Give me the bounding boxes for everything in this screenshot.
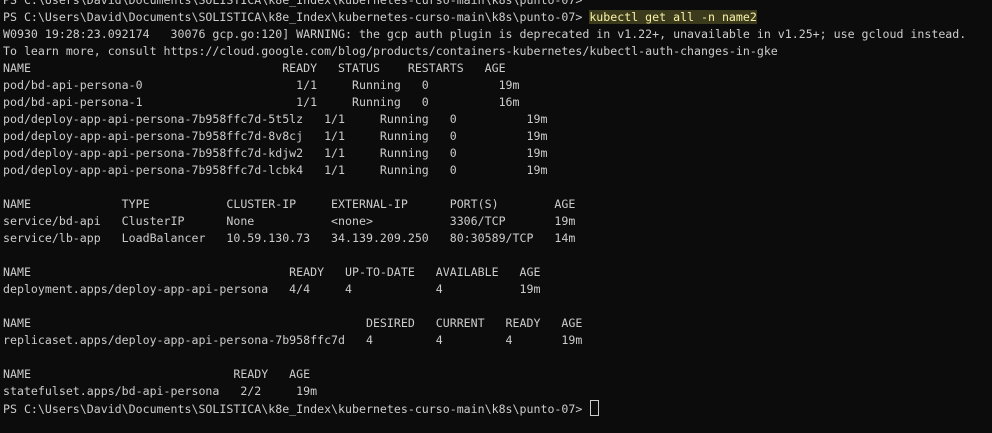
deployment-row: deployment.apps/deploy-app-api-persona 4… [3, 282, 541, 296]
prompt-line-previous: PS C:\Users\David\Documents\SOLISTICA\k8… [0, 0, 992, 9]
prompt-text: PS C:\Users\David\Documents\SOLISTICA\k8… [3, 402, 590, 416]
deployments-header: NAME READY UP-TO-DATE AVAILABLE AGE [3, 265, 541, 279]
active-prompt-line[interactable]: PS C:\Users\David\Documents\SOLISTICA\k8… [0, 400, 992, 417]
prompt-text: PS C:\Users\David\Documents\SOLISTICA\k8… [3, 0, 590, 7]
warning-line: W0930 19:28:23.092174 30076 gcp.go:120] … [3, 27, 967, 41]
statefulsets-header: NAME READY AGE [3, 367, 311, 381]
pod-row: pod/bd-api-persona-1 1/1 Running 0 16m [3, 95, 520, 109]
terminal-window[interactable]: PS C:\Users\David\Documents\SOLISTICA\k8… [0, 0, 992, 433]
statefulset-row: statefulset.apps/bd-api-persona 2/2 19m [3, 384, 318, 398]
command-line: PS C:\Users\David\Documents\SOLISTICA\k8… [0, 9, 992, 26]
pod-row: pod/deploy-app-api-persona-7b958ffc7d-kd… [3, 146, 548, 160]
services-header: NAME TYPE CLUSTER-IP EXTERNAL-IP PORT(S)… [3, 197, 576, 211]
pod-row: pod/deploy-app-api-persona-7b958ffc7d-8v… [3, 129, 548, 143]
text-cursor [590, 400, 600, 416]
service-row: service/bd-api ClusterIP None <none> 330… [3, 214, 576, 228]
pod-row: pod/deploy-app-api-persona-7b958ffc7d-lc… [3, 163, 548, 177]
replicasets-header: NAME DESIRED CURRENT READY AGE [3, 316, 583, 330]
warning-link-line: To learn more, consult https://cloud.goo… [3, 44, 778, 58]
service-row: service/lb-app LoadBalancer 10.59.130.73… [3, 231, 576, 245]
pods-header: NAME READY STATUS RESTARTS AGE [3, 61, 506, 75]
pod-row: pod/deploy-app-api-persona-7b958ffc7d-5t… [3, 112, 548, 126]
pod-row: pod/bd-api-persona-0 1/1 Running 0 19m [3, 78, 520, 92]
kubectl-command: kubectl get all -n name2 [589, 10, 757, 24]
replicaset-row: replicaset.apps/deploy-app-api-persona-7… [3, 333, 583, 347]
prompt-text: PS C:\Users\David\Documents\SOLISTICA\k8… [3, 10, 590, 24]
